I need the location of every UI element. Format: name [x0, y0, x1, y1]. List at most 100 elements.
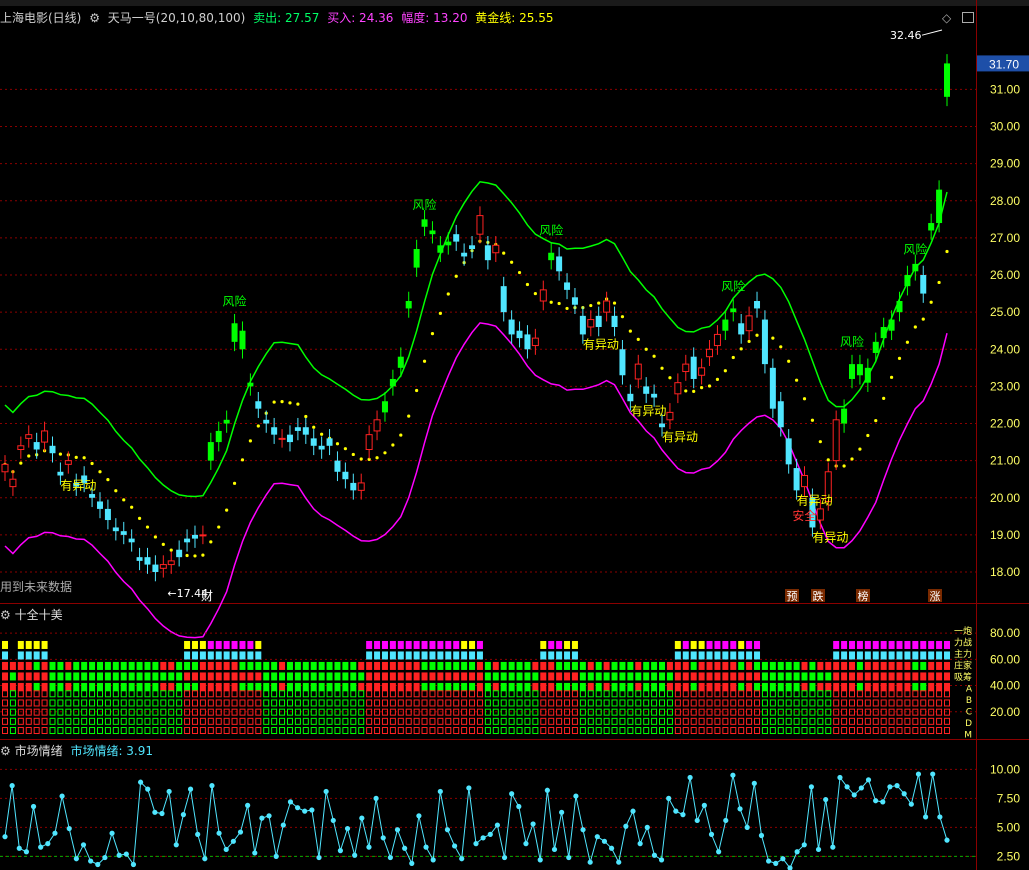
mood-point: [116, 852, 122, 858]
gold-line-dot: [351, 452, 355, 457]
strength-cell: [57, 682, 64, 691]
gold-line-dot: [612, 301, 617, 305]
grid-cell: [2, 699, 8, 707]
strength-cell: [864, 651, 871, 660]
mood-point: [316, 854, 322, 861]
strength-cell: [318, 672, 325, 681]
grid-cell: [698, 699, 705, 707]
abnormal-label: 有异动: [583, 337, 619, 351]
grid-cell: [587, 690, 594, 698]
strength-cell: [294, 682, 301, 691]
strength-cell: [587, 682, 594, 691]
mood-point: [280, 822, 286, 828]
grid-cell: [944, 717, 950, 725]
strength-cell: [453, 661, 460, 670]
mood-point: [580, 827, 586, 833]
grid-cell: [350, 690, 357, 698]
strength-cell: [215, 682, 222, 691]
grid-cell: [9, 699, 16, 707]
strength-cell: [437, 651, 444, 660]
grid-cell: [888, 699, 895, 707]
strength-cell: [223, 672, 230, 681]
candle-body: [777, 401, 784, 428]
mood-point: [680, 812, 686, 818]
gold-line-dot: [256, 424, 260, 428]
grid-cell: [738, 727, 745, 735]
grid-cell: [872, 690, 879, 698]
mood-point: [473, 841, 479, 847]
grid-cell: [532, 727, 539, 735]
grid-cell: [635, 727, 642, 735]
grid-cell: [49, 727, 56, 735]
strength-cell: [476, 661, 483, 670]
candle-body: [682, 363, 690, 373]
strength-cell: [746, 661, 753, 670]
strength-cell: [152, 661, 159, 670]
strength-cell: [524, 682, 531, 691]
grid-cell: [587, 717, 594, 725]
strength-cell: [698, 640, 705, 649]
strength-cell: [453, 682, 460, 691]
grid-cell: [746, 727, 753, 735]
gold-line-dot: [137, 516, 142, 520]
strength-cell: [461, 651, 468, 660]
grid-cell: [516, 717, 523, 725]
grid-cell: [698, 727, 705, 735]
grid-cell: [556, 717, 563, 725]
grid-cell: [413, 699, 420, 707]
strength-cell: [920, 672, 927, 681]
candle-body: [413, 249, 420, 268]
strength-cell: [872, 682, 879, 691]
grid-cell: [445, 690, 452, 698]
strength-cell: [25, 661, 32, 670]
strength-cell: [754, 640, 761, 649]
mood-point: [537, 857, 543, 863]
grid-cell: [397, 727, 404, 735]
candle-body: [627, 393, 634, 402]
grid-cell: [381, 727, 388, 735]
candle-body: [199, 534, 207, 537]
grid-cell: [112, 690, 119, 698]
strength-cell: [872, 651, 879, 660]
strength-cell: [896, 672, 903, 681]
grid-cell: [817, 717, 824, 725]
strength-cell: [611, 661, 618, 670]
mood-point: [373, 795, 379, 802]
candle-body: [191, 534, 198, 539]
gold-line-dot: [684, 389, 688, 393]
grid-cell: [405, 699, 412, 707]
grid-cell: [239, 717, 246, 725]
strength-cell: [223, 651, 230, 660]
strength-cell: [690, 672, 697, 681]
mood-point: [608, 845, 615, 851]
strength-cell: [445, 661, 452, 670]
gold-line-dot: [897, 356, 902, 360]
strength-cell: [928, 672, 935, 681]
candle-body: [904, 275, 911, 287]
grid-cell: [2, 690, 8, 698]
strength-cell: [104, 672, 111, 681]
strength-cell: [374, 672, 381, 681]
panel2-row-label: A: [966, 685, 973, 695]
candle-body: [816, 508, 824, 521]
grid-cell: [405, 717, 412, 725]
grid-cell: [342, 699, 349, 707]
grid-cell: [603, 699, 610, 707]
grid-cell: [453, 717, 460, 725]
strength-cell: [556, 651, 563, 660]
grid-cell: [690, 690, 697, 698]
strength-cell: [785, 661, 792, 670]
gold-line-dot: [533, 291, 537, 296]
strength-cell: [817, 682, 824, 691]
grid-cell: [825, 699, 832, 707]
mood-point: [387, 854, 393, 861]
strength-cell: [397, 661, 404, 670]
mood-point: [166, 788, 172, 795]
strength-cell: [191, 672, 198, 681]
candle-body: [603, 300, 611, 313]
strength-cell: [841, 682, 848, 691]
candle-body: [33, 442, 40, 450]
candle-body: [944, 63, 950, 97]
strength-cell: [33, 651, 40, 660]
grid-cell: [500, 717, 507, 725]
